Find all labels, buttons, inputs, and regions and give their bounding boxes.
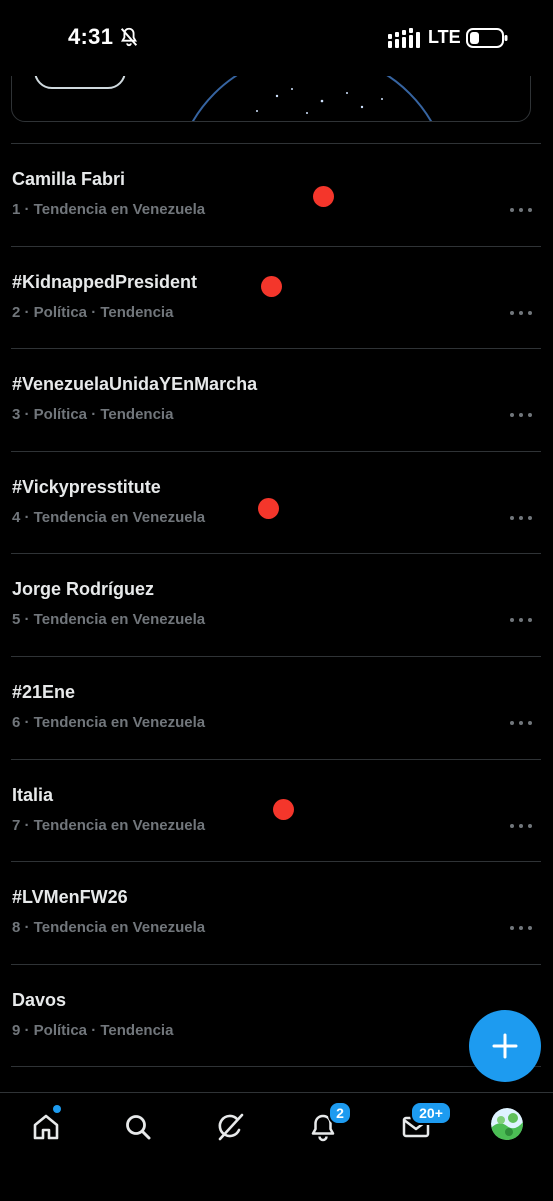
trend-item[interactable]: #LVMenFW26 8 · Tendencia en Venezuela — [0, 861, 553, 963]
trend-meta: 7 · Tendencia en Venezuela — [12, 817, 206, 834]
trend-meta: 4 · Tendencia en Venezuela — [12, 509, 206, 526]
more-horizontal-icon[interactable] — [509, 309, 533, 317]
trend-title: #Vickypresstitute — [12, 477, 161, 497]
nav-messages[interactable]: 20+ — [396, 1101, 452, 1147]
status-time: 4:31 — [68, 24, 114, 49]
nav-search[interactable] — [118, 1107, 158, 1147]
plus-icon — [492, 1033, 518, 1059]
signal-bars-icon — [388, 28, 420, 48]
compose-button[interactable] — [469, 1010, 541, 1082]
trend-item[interactable]: Camilla Fabri 1 · Tendencia en Venezuela — [0, 143, 553, 245]
battery-icon — [466, 28, 508, 48]
nav-home[interactable] — [26, 1105, 66, 1147]
home-icon — [33, 1114, 59, 1140]
trend-item[interactable]: Jorge Rodríguez 5 · Tendencia en Venezuel… — [0, 553, 553, 655]
nav-grok[interactable] — [210, 1107, 250, 1147]
annotation-dot — [273, 799, 294, 820]
trend-title: #LVMenFW26 — [12, 887, 128, 907]
network-type: LTE — [428, 27, 461, 47]
more-horizontal-icon[interactable] — [509, 514, 533, 522]
annotation-dot — [313, 186, 334, 207]
trend-title: #21Ene — [12, 682, 76, 702]
trend-item[interactable]: #VenezuelaUnidaYEnMarcha 3 · Política · T… — [0, 348, 553, 450]
trend-meta: 9 · Política · Tendencia — [12, 1022, 174, 1039]
trend-meta: 2 · Política · Tendencia — [12, 304, 174, 321]
trend-title: Davos — [12, 990, 67, 1010]
divider — [11, 1066, 541, 1067]
avatar-image — [491, 1108, 523, 1140]
trend-title: Jorge Rodríguez — [12, 579, 155, 599]
home-indicator-dot — [53, 1105, 61, 1113]
trend-title: #VenezuelaUnidaYEnMarcha — [12, 374, 258, 394]
grok-icon — [218, 1113, 244, 1141]
more-horizontal-icon[interactable] — [509, 924, 533, 932]
trend-meta: 1 · Tendencia en Venezuela — [12, 201, 206, 218]
more-horizontal-icon[interactable] — [509, 411, 533, 419]
notifications-badge: 2 — [328, 1101, 352, 1125]
search-icon — [126, 1115, 151, 1140]
bottom-nav: 2 20+ — [0, 1092, 553, 1201]
annotation-dot — [261, 276, 282, 297]
trend-item[interactable]: #21Ene 6 · Tendencia en Venezuela — [0, 656, 553, 758]
trend-title: #KidnappedPresident — [12, 272, 198, 292]
annotation-dot — [258, 498, 279, 519]
nav-notifications[interactable]: 2 — [303, 1101, 352, 1147]
bell-slash-icon — [120, 27, 138, 47]
avatar[interactable] — [491, 1108, 523, 1140]
more-horizontal-icon[interactable] — [509, 719, 533, 727]
more-horizontal-icon[interactable] — [509, 206, 533, 214]
status-bar: 4:31 LTE — [0, 0, 553, 76]
trend-title: Italia — [12, 785, 54, 805]
trend-meta: 6 · Tendencia en Venezuela — [12, 714, 206, 731]
messages-badge: 20+ — [410, 1101, 452, 1125]
trend-meta: 8 · Tendencia en Venezuela — [12, 919, 206, 936]
trend-title: Camilla Fabri — [12, 169, 126, 189]
trend-item[interactable]: #KidnappedPresident 2 · Política · Tenden… — [0, 246, 553, 348]
more-horizontal-icon[interactable] — [509, 616, 533, 624]
trend-meta: 3 · Política · Tendencia — [12, 406, 174, 423]
trend-meta: 5 · Tendencia en Venezuela — [12, 611, 206, 628]
more-horizontal-icon[interactable] — [509, 822, 533, 830]
